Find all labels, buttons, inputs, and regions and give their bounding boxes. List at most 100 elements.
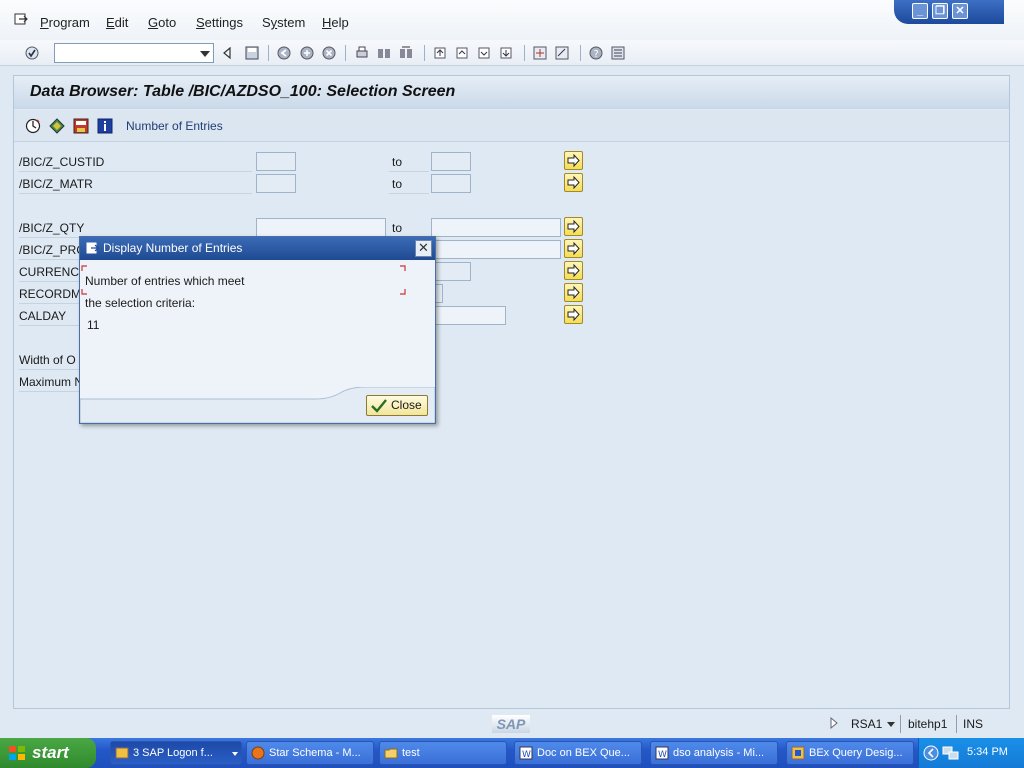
status-separator <box>956 715 957 733</box>
task-sap-logon[interactable]: 3 SAP Logon f... <box>110 741 242 765</box>
menu-settings[interactable]: Settings <box>196 15 243 30</box>
print-icon[interactable] <box>355 46 369 60</box>
matr-from-input[interactable] <box>256 174 296 193</box>
find-next-icon[interactable] <box>399 46 413 60</box>
sap-logo: SAP <box>492 715 530 733</box>
number-of-entries-button[interactable]: Number of Entries <box>126 119 223 133</box>
custid-from-input[interactable] <box>256 152 296 171</box>
screen-title-bar: Data Browser: Table /BIC/AZDSO_100: Sele… <box>14 76 1009 109</box>
application-toolbar: Number of Entries <box>14 110 1009 142</box>
task-test-folder[interactable]: test <box>379 741 507 765</box>
execute-icon[interactable] <box>25 118 41 134</box>
task-doc-bex[interactable]: W Doc on BEX Que... <box>514 741 642 765</box>
menu-system[interactable]: System <box>262 15 305 30</box>
taskbar: start 3 SAP Logon f... Star Schema - M..… <box>0 738 1024 768</box>
save-variant-icon[interactable] <box>73 118 89 134</box>
multiple-selection-button[interactable] <box>564 261 583 280</box>
exit-icon[interactable] <box>300 46 314 60</box>
qty-from-input[interactable] <box>256 218 386 237</box>
tray-expand-icon[interactable] <box>923 745 939 761</box>
close-button[interactable]: Close <box>366 395 428 416</box>
arrow-right-icon <box>567 285 580 300</box>
task-star-schema[interactable]: Star Schema - M... <box>246 741 374 765</box>
multiple-selection-button[interactable] <box>564 305 583 324</box>
multiple-selection-button[interactable] <box>564 239 583 258</box>
network-icon[interactable] <box>942 745 960 761</box>
next-page-icon[interactable] <box>477 46 491 60</box>
insert-mode: INS <box>963 717 984 731</box>
menu-help[interactable]: Help <box>322 15 349 30</box>
enter-icon[interactable] <box>25 46 39 60</box>
menu-program[interactable]: Program <box>40 15 90 30</box>
system-menu-icon[interactable] <box>14 13 28 25</box>
help-icon[interactable]: ? <box>589 46 603 60</box>
matr-to-label: to <box>389 174 429 194</box>
server-name: bitehp1 <box>908 717 948 731</box>
custid-to-label: to <box>389 152 429 172</box>
chevron-down-icon[interactable] <box>232 752 238 756</box>
entry-count: 11 <box>87 318 100 332</box>
minimize-icon[interactable]: _ <box>912 3 928 19</box>
previous-page-icon[interactable] <box>455 46 469 60</box>
task-dso-analysis[interactable]: W dso analysis - Mi... <box>650 741 778 765</box>
standard-toolbar: ? <box>0 40 1024 66</box>
svg-text:W: W <box>658 750 667 760</box>
chevron-down-icon[interactable] <box>200 51 210 57</box>
status-expand-icon[interactable] <box>829 717 839 729</box>
status-separator <box>900 715 901 733</box>
number-of-entries-dialog: Display Number of Entries ✕ Number of en… <box>79 236 436 424</box>
menu-edit[interactable]: Edit <box>106 15 128 30</box>
multiple-selection-button[interactable] <box>564 173 583 192</box>
word-icon: W <box>655 746 669 760</box>
field-label-qty: /BIC/Z_QTY <box>19 218 252 238</box>
task-bex-query-designer[interactable]: BEx Query Desig... <box>786 741 914 765</box>
matr-to-input[interactable] <box>431 174 471 193</box>
transaction-code: RSA1 <box>851 717 883 731</box>
qty-to-input[interactable] <box>431 218 561 237</box>
checkmark-icon <box>371 399 387 413</box>
command-field[interactable] <box>54 43 214 63</box>
menu-goto[interactable]: Goto <box>148 15 176 30</box>
information-icon[interactable] <box>97 118 113 134</box>
arrow-right-icon <box>567 219 580 234</box>
close-icon[interactable]: ✕ <box>415 240 432 257</box>
currency-to-input[interactable] <box>431 262 471 281</box>
restore-icon[interactable]: ❐ <box>932 3 948 19</box>
task-label: dso analysis - Mi... <box>673 747 765 759</box>
sap-logon-icon <box>115 747 129 759</box>
toolbar-separator <box>580 45 581 61</box>
shortcut-icon[interactable] <box>555 46 569 60</box>
toolbar-separator <box>424 45 425 61</box>
dialog-message-line-2: the selection criteria: <box>85 296 196 310</box>
custid-to-input[interactable] <box>431 152 471 171</box>
chevron-down-icon[interactable] <box>887 722 895 727</box>
multiple-selection-button[interactable] <box>564 217 583 236</box>
dialog-system-icon[interactable] <box>86 242 99 254</box>
calday-to-input[interactable] <box>431 306 506 325</box>
back-icon[interactable] <box>277 46 291 60</box>
task-label: 3 SAP Logon f... <box>133 747 213 759</box>
start-button[interactable]: start <box>0 738 96 768</box>
dialog-title: Display Number of Entries <box>103 241 243 255</box>
save-icon[interactable] <box>245 46 259 60</box>
last-page-icon[interactable] <box>499 46 513 60</box>
arrow-right-icon <box>567 307 580 322</box>
task-label: Star Schema - M... <box>269 747 361 759</box>
arrow-right-icon <box>567 263 580 278</box>
multiple-selection-button[interactable] <box>564 283 583 302</box>
collapse-icon[interactable] <box>220 46 234 60</box>
arrow-right-icon <box>567 153 580 168</box>
get-variant-icon[interactable] <box>49 118 65 134</box>
multiple-selection-button[interactable] <box>564 151 583 170</box>
pro-to-input[interactable] <box>431 240 561 259</box>
layout-menu-icon[interactable] <box>611 46 625 60</box>
status-bar: SAP RSA1 bitehp1 INS <box>0 710 1024 738</box>
create-session-icon[interactable] <box>533 46 547 60</box>
first-page-icon[interactable] <box>433 46 447 60</box>
find-icon[interactable] <box>377 46 391 60</box>
close-window-icon[interactable]: ✕ <box>952 3 968 19</box>
close-button-label: Close <box>391 398 422 412</box>
cancel-icon[interactable] <box>322 46 336 60</box>
clock: 5:34 PM <box>967 746 1008 758</box>
folder-icon <box>384 748 398 759</box>
